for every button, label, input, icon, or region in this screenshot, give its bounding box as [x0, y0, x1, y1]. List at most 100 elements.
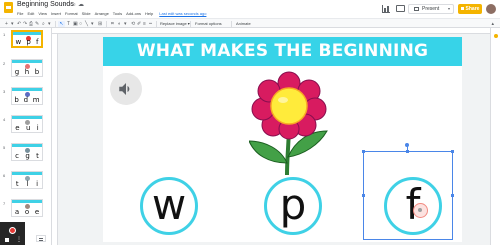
menu-view[interactable]: View — [38, 10, 47, 18]
slide-number: 1 — [3, 32, 6, 37]
thumb-letter: t — [36, 152, 39, 160]
last-edit-link[interactable]: Last edit was seconds ago — [159, 10, 206, 18]
toolbar-divider — [231, 21, 232, 27]
border-dash-icon[interactable]: ┅ — [149, 21, 152, 27]
record-icon[interactable] — [9, 227, 16, 234]
thumb-banner — [12, 60, 42, 63]
share-button[interactable]: Share — [458, 4, 482, 14]
activity-dashboard-icon[interactable] — [382, 5, 390, 13]
paint-format-icon[interactable]: ✎ — [35, 21, 39, 27]
speaker-button[interactable] — [110, 73, 142, 105]
slide-thumbnail-6[interactable]: t l i — [11, 171, 43, 189]
menu-file[interactable]: File — [17, 10, 23, 18]
thumb-letter: h — [24, 68, 30, 76]
stop-icon[interactable] — [5, 238, 9, 242]
side-panel[interactable] — [490, 28, 500, 245]
mask-image-icon[interactable]: ◐ — [118, 21, 121, 27]
reset-image-icon[interactable]: ⟲ — [131, 21, 135, 27]
choice-circle-w[interactable]: w — [140, 177, 198, 235]
replace-image-button[interactable]: Replace image ▾ — [160, 21, 190, 27]
border-weight-icon[interactable]: ≡ — [143, 21, 146, 27]
resize-handle-w[interactable] — [362, 194, 365, 197]
thumb-banner — [12, 116, 42, 119]
thumb-letter: i — [36, 180, 39, 188]
chevron-down-icon[interactable]: ▾ — [11, 21, 14, 27]
redo-icon[interactable]: ↷ — [23, 21, 27, 27]
cloud-status-icon[interactable]: ☁ — [78, 1, 84, 8]
chevron-down-icon[interactable]: ▾ — [48, 21, 51, 27]
slide-thumbnail-7[interactable]: a o e — [11, 199, 43, 217]
thumb-letter: e — [15, 124, 20, 132]
text-box-icon[interactable]: T — [67, 21, 70, 27]
replace-image-label: Replace image — [160, 21, 187, 26]
avatar[interactable] — [486, 4, 496, 14]
present-icon — [414, 6, 419, 11]
grid-view-button[interactable] — [36, 235, 46, 242]
select-tool-icon[interactable]: ↖ — [58, 21, 65, 27]
rotate-handle[interactable] — [405, 143, 409, 147]
slide-thumbnail-2[interactable]: g h b — [11, 59, 43, 77]
menu-arrange[interactable]: Arrange — [95, 10, 109, 18]
menu-insert[interactable]: Insert — [51, 10, 61, 18]
resize-handle-ne[interactable] — [451, 150, 454, 153]
thumb-banner — [12, 200, 42, 203]
resize-handle-n[interactable] — [406, 150, 409, 153]
move-to-folder-icon[interactable]: ▭ — [70, 1, 76, 8]
line-icon[interactable]: ╲ — [85, 21, 88, 27]
resize-handle-nw[interactable] — [362, 150, 365, 153]
format-options-button[interactable]: Format options — [195, 21, 222, 27]
thumb-letters: a o e — [12, 208, 42, 216]
crop-icon[interactable]: ⌗ — [111, 21, 114, 27]
image-icon[interactable]: ▣ — [73, 21, 78, 27]
menu-help[interactable]: Help — [145, 10, 153, 18]
present-button[interactable]: Present ▾ — [408, 4, 454, 14]
menu-edit[interactable]: Edit — [27, 10, 34, 18]
menu-tools[interactable]: Tools — [113, 10, 122, 18]
slide-number: 4 — [3, 117, 6, 122]
flower-image[interactable] — [249, 71, 329, 175]
thumb-banner — [13, 32, 41, 35]
slides-logo-icon[interactable] — [4, 2, 13, 13]
shape-icon[interactable]: ○ — [79, 21, 82, 27]
thumb-banner — [12, 144, 42, 147]
slide-thumbnail-1[interactable]: w p f — [11, 30, 43, 48]
more-vert-icon[interactable]: ⋮ — [16, 237, 22, 243]
resize-handle-e[interactable] — [451, 194, 454, 197]
chevron-down-icon[interactable]: ▾ — [124, 21, 127, 27]
thumb-letter: b — [34, 68, 40, 76]
selection-box[interactable] — [363, 151, 453, 240]
slide-number: 3 — [3, 89, 6, 94]
slide-filmstrip: 1 w p f 2 g h b 3 b d m 4 e u i 5 c g t … — [0, 28, 52, 245]
slide-thumbnail-3[interactable]: b d m — [11, 87, 43, 105]
chevron-down-icon[interactable]: ▾ — [448, 5, 450, 13]
thumb-letter: t — [15, 180, 19, 188]
slide-number: 5 — [3, 145, 6, 150]
thumb-letter: g — [25, 152, 30, 160]
chevron-down-icon[interactable]: ▾ — [91, 21, 94, 27]
toolbar-divider — [156, 21, 157, 27]
menu-format[interactable]: Format — [65, 10, 78, 18]
menu-addons[interactable]: Add-ons — [126, 10, 141, 18]
border-color-icon[interactable]: ✐ — [137, 21, 141, 27]
menu-slide[interactable]: Slide — [82, 10, 91, 18]
click-indicator — [413, 203, 428, 218]
animate-button[interactable]: Animate — [236, 21, 251, 27]
slide-number: 2 — [3, 61, 6, 66]
thumb-banner — [12, 88, 42, 91]
toolbar-divider — [190, 21, 191, 27]
speaker-icon — [119, 83, 130, 95]
star-icon[interactable]: ☆ — [62, 1, 67, 8]
zoom-icon[interactable]: ⌕ — [42, 21, 45, 27]
thumb-letters: w p f — [13, 38, 41, 46]
choice-circle-p[interactable]: p — [264, 177, 322, 235]
comments-icon[interactable] — [396, 5, 405, 12]
thumb-letter: l — [26, 180, 29, 188]
slide-thumbnail-5[interactable]: c g t — [11, 143, 43, 161]
thumb-letters: t l i — [12, 180, 42, 188]
comment-add-icon[interactable]: ⊞ — [98, 21, 102, 27]
hide-menus-icon[interactable]: ▴ — [491, 21, 494, 27]
undo-icon[interactable]: ↶ — [17, 21, 21, 27]
print-icon[interactable]: ⎙ — [29, 21, 33, 27]
slide-thumbnail-4[interactable]: e u i — [11, 115, 43, 133]
new-slide-icon[interactable]: + — [5, 21, 8, 27]
